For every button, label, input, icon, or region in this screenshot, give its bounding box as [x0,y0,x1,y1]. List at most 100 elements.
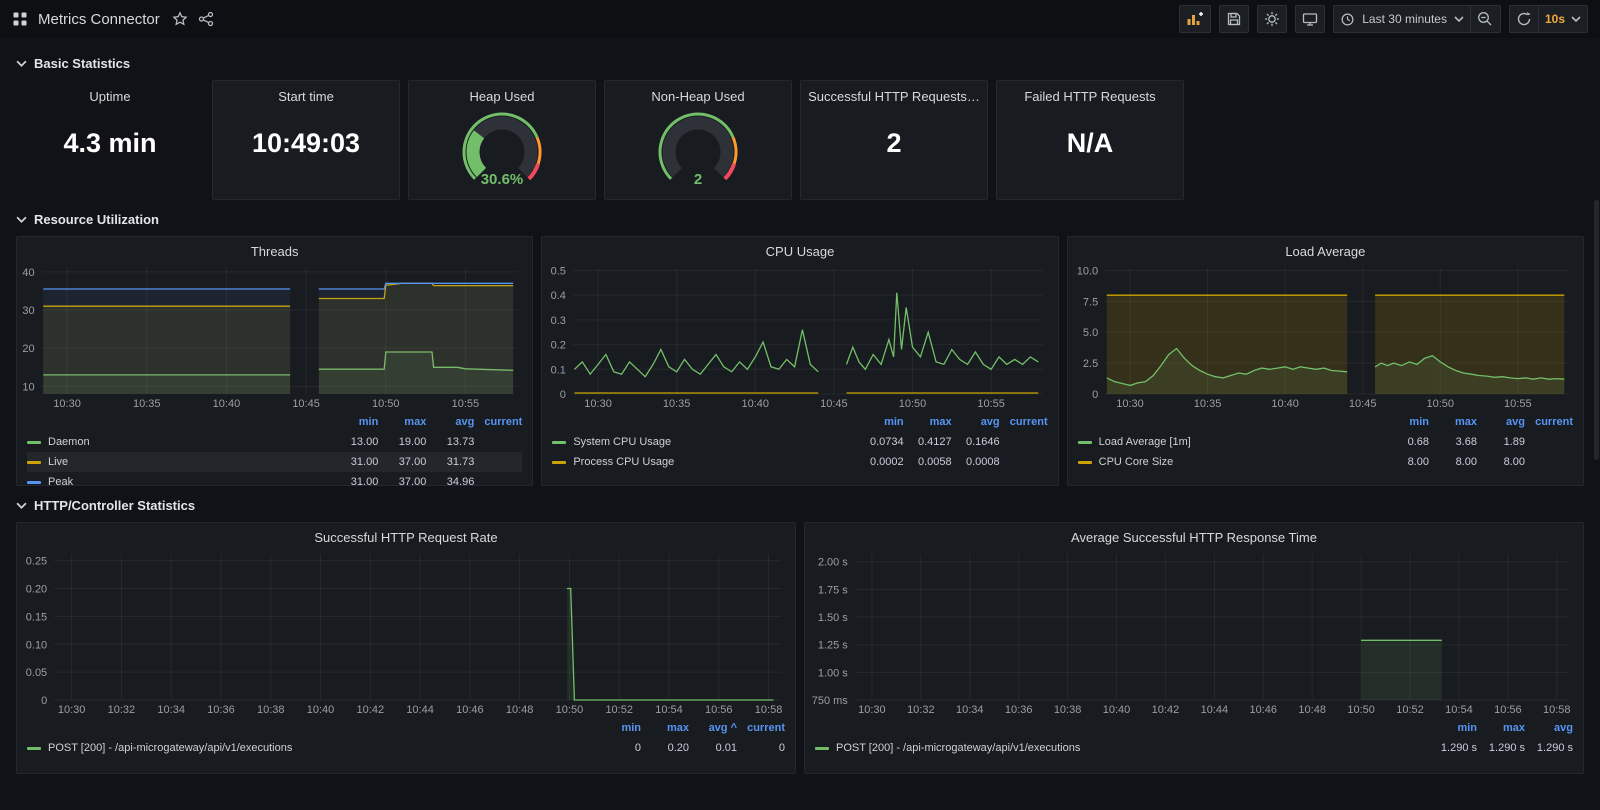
legend-sort-avg[interactable]: avg [426,416,474,428]
legend-value: 8.00 [1503,456,1525,468]
legend-sort-min[interactable]: min [1381,416,1429,428]
panel-title[interactable]: CPU Usage [542,237,1057,261]
svg-text:2.00 s: 2.00 s [818,557,848,569]
legend-sort-min[interactable]: min [856,416,904,428]
legend-series-label[interactable]: Live [27,456,330,468]
apps-grid-icon[interactable] [12,11,28,27]
legend-value: 31.00 [350,476,379,486]
legend-sort-current[interactable]: current [737,722,785,734]
legend-sort-max[interactable]: max [1429,416,1477,428]
legend-row: CPU Core Size 8.00 8.00 8.00 [1077,452,1573,472]
legend-sort-avg[interactable]: avg [952,416,1000,428]
legend-value: 31.00 [350,456,379,468]
legend-value: 0.01 [715,742,737,754]
series-color-swatch [1077,460,1092,464]
refresh-button[interactable] [1508,5,1539,33]
section-http-controller-statistics[interactable]: HTTP/Controller Statistics [16,492,1584,518]
svg-text:10:45: 10:45 [820,398,848,410]
legend-header: min max avg [815,718,1573,738]
series-color-swatch [27,460,41,464]
legend-sort-min[interactable]: min [1429,722,1477,734]
legend-value: 8.00 [1455,456,1477,468]
legend-series-label[interactable]: Process CPU Usage [552,456,855,468]
svg-text:0: 0 [41,695,47,707]
panel-title[interactable]: Successful HTTP Request Rate [17,523,795,547]
svg-text:10:55: 10:55 [1504,398,1532,410]
http-response-time-chart[interactable]: 10:30 10:32 10:34 10:36 10:38 10:40 10:42 10:44… [805,547,1583,717]
svg-text:30: 30 [22,305,34,317]
panel-title[interactable]: Average Successful HTTP Response Time [805,523,1583,547]
dashboard-settings-button[interactable] [1257,5,1288,33]
time-range-label: Last 30 minutes [1362,12,1447,26]
share-icon[interactable] [198,11,214,27]
legend-value: 1.290 s [1440,742,1477,754]
legend-sort-avg[interactable]: avg [1525,722,1573,734]
svg-text:10:34: 10:34 [956,704,984,716]
legend-sort-max[interactable]: max [378,416,426,428]
cpu-usage-chart[interactable]: 10:30 10:35 10:40 10:45 10:50 10:55 0 0.1 0.2 0.3… [542,261,1057,411]
panel-title[interactable]: Load Average [1068,237,1583,261]
legend-series-label[interactable]: POST [200] - /api-microgateway/api/v1/ex… [815,742,1429,754]
panel-title[interactable]: Uptime [17,81,203,104]
threads-chart[interactable]: 10:30 10:35 10:40 10:45 10:50 10:55 10 20 30 40 [17,261,532,411]
add-panel-button[interactable] [1179,5,1212,33]
svg-text:10:30: 10:30 [53,398,81,410]
legend-header: min max avg current [552,412,1048,432]
legend-sort-max[interactable]: max [904,416,952,428]
legend-sort-avg[interactable]: avg [1477,416,1525,428]
legend-series-label[interactable]: POST [200] - /api-microgateway/api/v1/ex… [27,742,593,754]
legend-series-label[interactable]: Daemon [27,436,330,448]
legend-sort-min[interactable]: min [330,416,379,428]
load-average-chart[interactable]: 10:30 10:35 10:40 10:45 10:50 10:55 0 2.5 5.0 7.5… [1068,261,1583,411]
legend-value: 34.96 [446,476,475,486]
legend-series-label[interactable]: CPU Core Size [1077,456,1381,468]
http-request-rate-chart[interactable]: 10:30 10:32 10:34 10:36 10:38 10:40 10:42 10:44… [17,547,795,717]
resource-utilization-row: Threads 10:30 10:35 10:40 10:45 10:50 10:55 10… [16,236,1584,486]
legend-value: 0 [778,742,785,754]
svg-text:10:50: 10:50 [1347,704,1375,716]
legend-sort-max[interactable]: max [641,722,689,734]
cpu-usage-legend: min max avg current System CPU Usage 0.0734 0.… [542,411,1057,472]
section-basic-statistics[interactable]: Basic Statistics [16,50,1584,76]
legend-value: 0.0008 [966,456,1000,468]
legend-sort-current[interactable]: current [1000,416,1048,428]
panel-title[interactable]: Start time [213,81,399,104]
svg-text:10:58: 10:58 [1543,704,1571,716]
refresh-interval-label: 10s [1544,12,1565,26]
svg-text:10:56: 10:56 [1494,704,1522,716]
scrollbar-thumb[interactable] [1594,200,1599,460]
legend-sort-current[interactable]: current [474,416,522,428]
legend-sort-current[interactable]: current [1525,416,1573,428]
chevron-down-icon [1454,16,1464,22]
series-color-swatch [1077,440,1092,444]
legend-value: 37.00 [398,476,427,486]
uptime-value: 4.3 min [63,128,157,158]
panel-http-response-time: Average Successful HTTP Response Time 10… [804,522,1584,774]
section-title: Basic Statistics [34,55,131,71]
cycle-view-mode-button[interactable] [1295,5,1326,33]
http-response-time-legend: min max avg POST [200] - /api-microgateway/… [805,717,1583,758]
refresh-interval-dropdown[interactable]: 10s [1538,5,1588,33]
panel-title[interactable]: Failed HTTP Requests [997,81,1183,104]
legend-sort-max[interactable]: max [1477,722,1525,734]
panel-title[interactable]: Threads [17,237,532,261]
svg-text:10:50: 10:50 [1426,398,1454,410]
time-range-picker[interactable]: Last 30 minutes [1333,5,1471,33]
legend-series-label[interactable]: Load Average [1m] [1077,436,1381,448]
svg-text:10:30: 10:30 [858,704,886,716]
legend-sort-min[interactable]: min [593,722,641,734]
legend-series-label[interactable]: Peak [27,476,330,485]
svg-text:30.6%: 30.6% [481,171,524,188]
legend-series-label[interactable]: System CPU Usage [552,436,855,448]
panel-title[interactable]: Non-Heap Used [605,81,791,104]
star-icon[interactable] [172,11,188,27]
panel-title[interactable]: Heap Used [409,81,595,104]
panel-title[interactable]: Successful HTTP Requests… [801,81,987,104]
start-time-value: 10:49:03 [251,128,361,158]
section-resource-utilization[interactable]: Resource Utilization [16,206,1584,232]
zoom-out-button[interactable] [1470,5,1501,33]
legend-sort-avg[interactable]: avg ^ [689,722,737,734]
dashboard-title[interactable]: Metrics Connector [38,11,160,28]
failed-requests-value: N/A [1066,128,1114,158]
save-dashboard-button[interactable] [1219,5,1250,33]
